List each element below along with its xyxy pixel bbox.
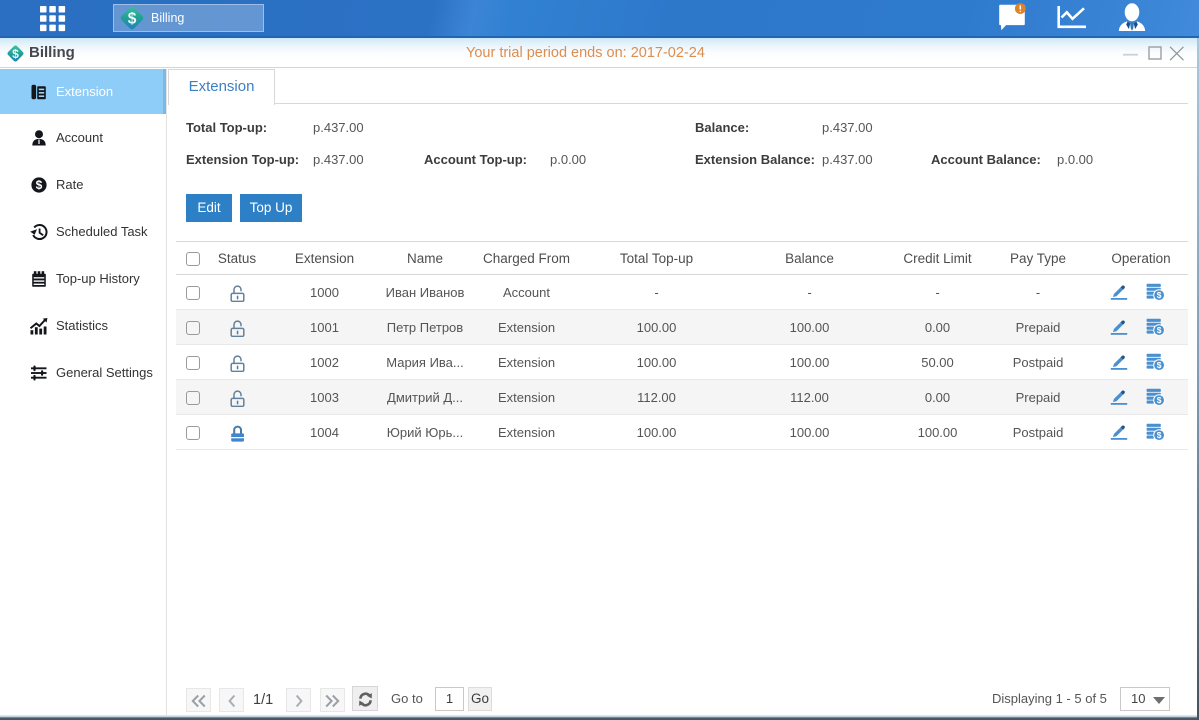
svg-text:$: $ <box>1157 395 1162 405</box>
svg-text:$: $ <box>1157 430 1162 440</box>
svg-text:$: $ <box>1157 290 1162 300</box>
svg-text:$: $ <box>128 11 137 28</box>
svg-text:$: $ <box>36 178 43 192</box>
svg-text:$: $ <box>12 47 19 61</box>
svg-text:$: $ <box>1157 360 1162 370</box>
svg-text:$: $ <box>1157 325 1162 335</box>
